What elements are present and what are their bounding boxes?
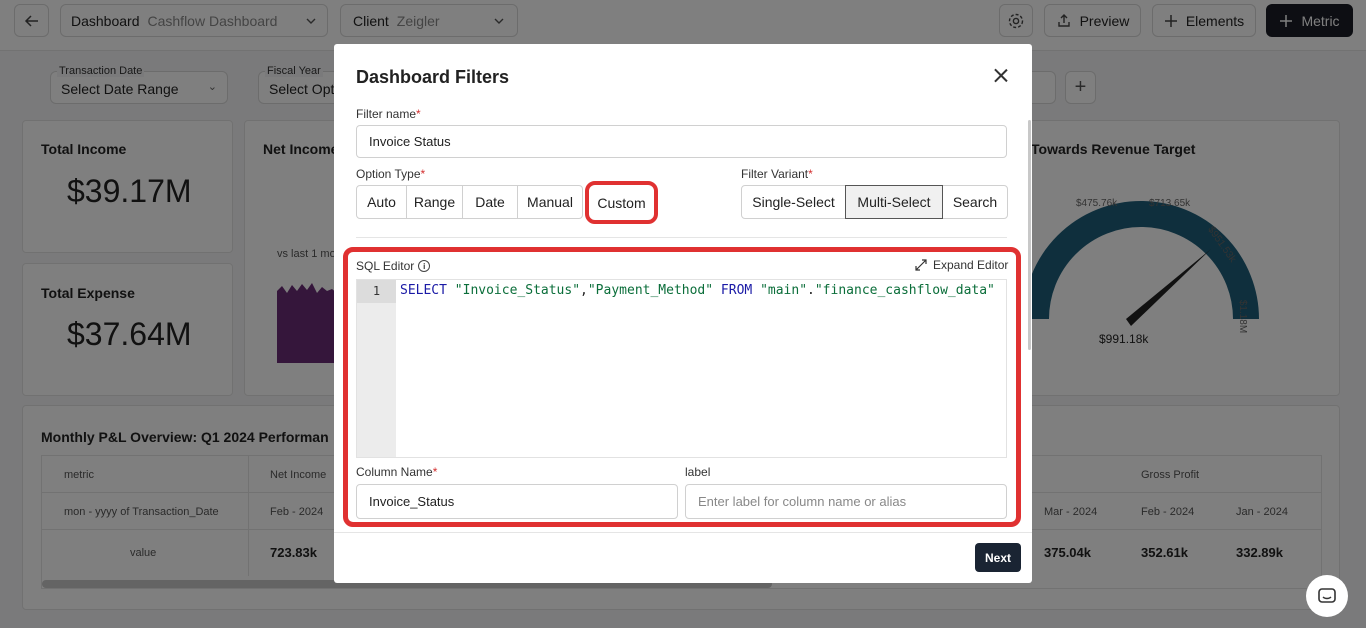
filter-variant-selector: Single-Select Multi-Select Search [741,185,1008,219]
footer-divider [334,532,1032,533]
option-type-selector: Auto Range Date Manual [356,185,583,219]
modal-scrollbar[interactable] [1028,120,1031,350]
next-button[interactable]: Next [975,543,1021,572]
divider [356,237,1007,238]
close-icon[interactable] [990,65,1012,87]
sql-section-highlight [343,247,1021,527]
option-type-date[interactable]: Date [462,185,518,219]
variant-search[interactable]: Search [942,185,1008,219]
filter-name-label: Filter name* [356,107,421,121]
option-type-range[interactable]: Range [406,185,463,219]
option-type-custom[interactable]: Custom [585,181,658,224]
option-type-auto[interactable]: Auto [356,185,407,219]
option-type-label: Option Type* [356,167,426,181]
variant-multi-select[interactable]: Multi-Select [845,185,943,219]
variant-single-select[interactable]: Single-Select [741,185,846,219]
chat-support-button[interactable] [1306,575,1348,617]
modal-title: Dashboard Filters [356,67,510,87]
chat-icon [1318,588,1336,603]
filter-variant-label: Filter Variant* [741,167,813,181]
option-type-manual[interactable]: Manual [517,185,583,219]
filter-name-input[interactable]: Invoice Status [356,125,1007,158]
